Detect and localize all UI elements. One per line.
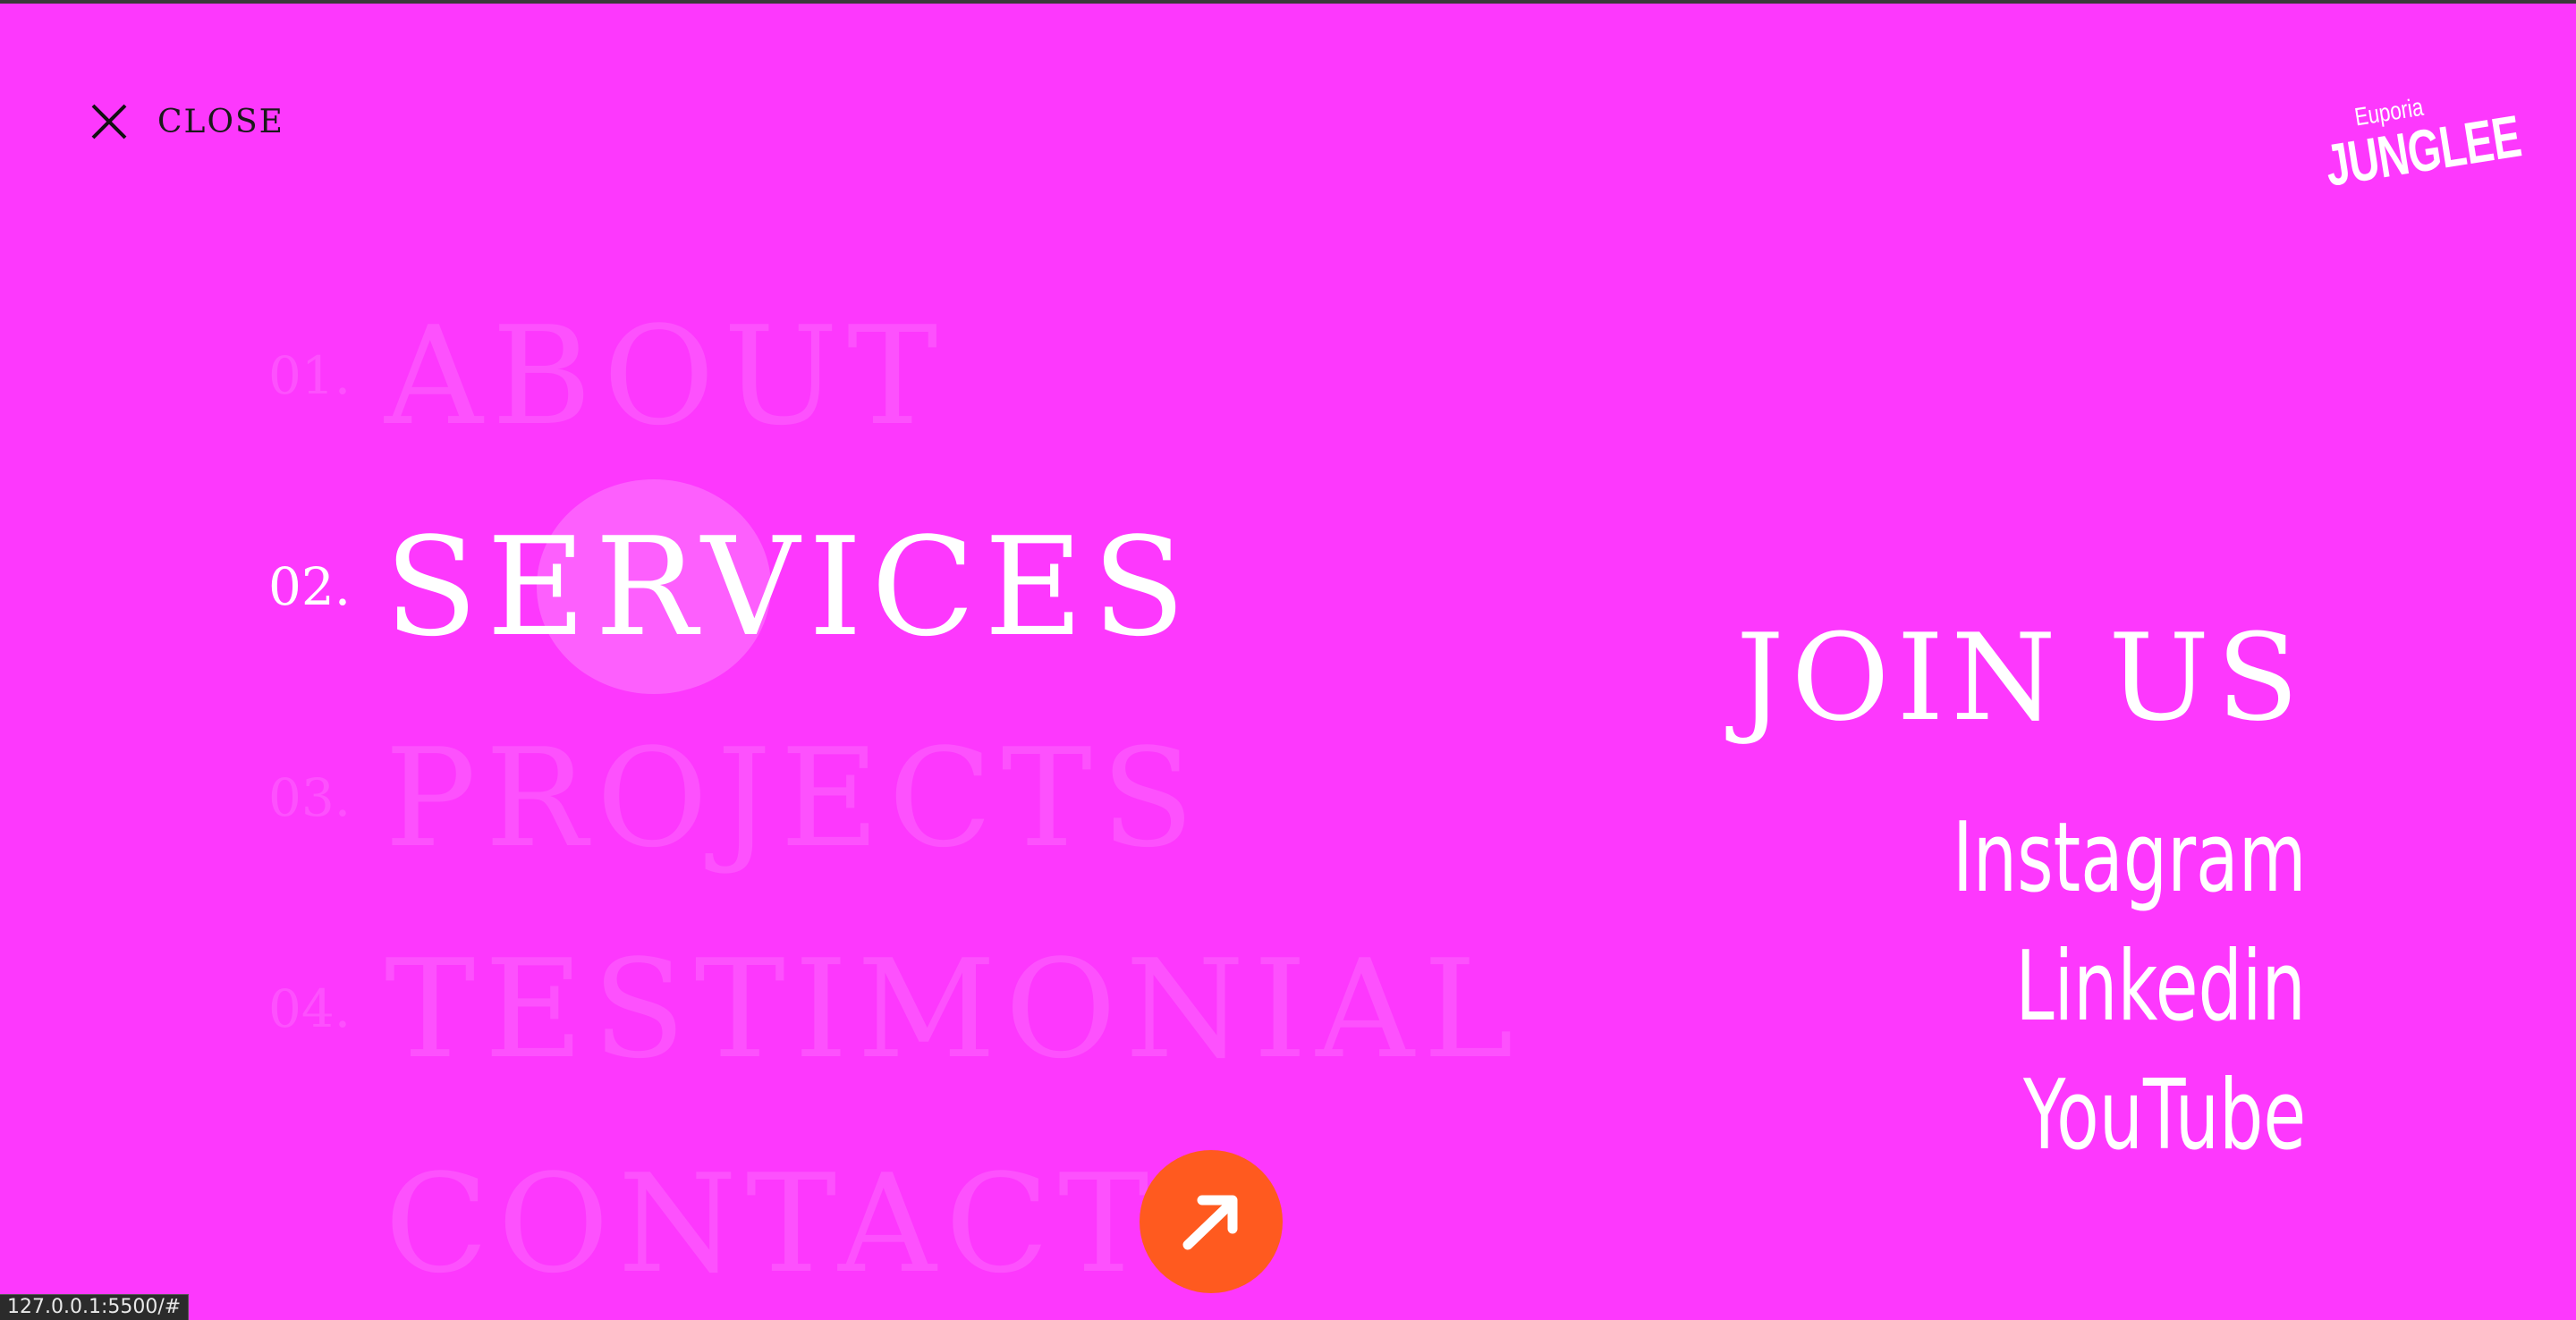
nav-number: 04. xyxy=(268,978,352,1039)
nav-label: CONTACT xyxy=(385,1144,1158,1303)
nav-item-services[interactable]: 02. SERVICES xyxy=(268,508,1194,666)
brand-logo[interactable]: Euporia JUNGLEE xyxy=(2290,84,2524,221)
nav-label: PROJECTS xyxy=(385,718,1204,877)
nav-number: 03. xyxy=(268,767,352,828)
nav-number: 01. xyxy=(268,345,352,406)
join-us-heading: JOIN US xyxy=(1735,608,2306,748)
nav-label: ABOUT xyxy=(385,296,947,455)
nav-item-testimonial[interactable]: 04. TESTIMONIAL xyxy=(268,930,1522,1088)
instagram-link[interactable]: Instagram xyxy=(1952,805,2306,912)
close-icon xyxy=(91,104,127,140)
youtube-link[interactable]: YouTube xyxy=(2023,1062,2306,1170)
close-menu-button[interactable]: CLOSE xyxy=(89,98,284,145)
nav-item-projects[interactable]: 03. PROJECTS xyxy=(268,719,1203,877)
arrow-up-right-icon xyxy=(1182,1195,1238,1250)
status-bar-url: 127.0.0.1:5500/# xyxy=(0,1294,190,1320)
browser-top-border xyxy=(0,0,2576,4)
nav-label: SERVICES xyxy=(385,507,1195,666)
contact-arrow-button[interactable] xyxy=(1140,1150,1283,1293)
nav-item-contact[interactable]: CONTACT xyxy=(268,1145,1157,1303)
linkedin-link[interactable]: Linkedin xyxy=(2015,934,2306,1041)
nav-number: 02. xyxy=(268,556,352,617)
close-label: CLOSE xyxy=(157,103,284,140)
nav-item-about[interactable]: 01. ABOUT xyxy=(268,297,946,455)
nav-label: TESTIMONIAL xyxy=(385,929,1522,1088)
